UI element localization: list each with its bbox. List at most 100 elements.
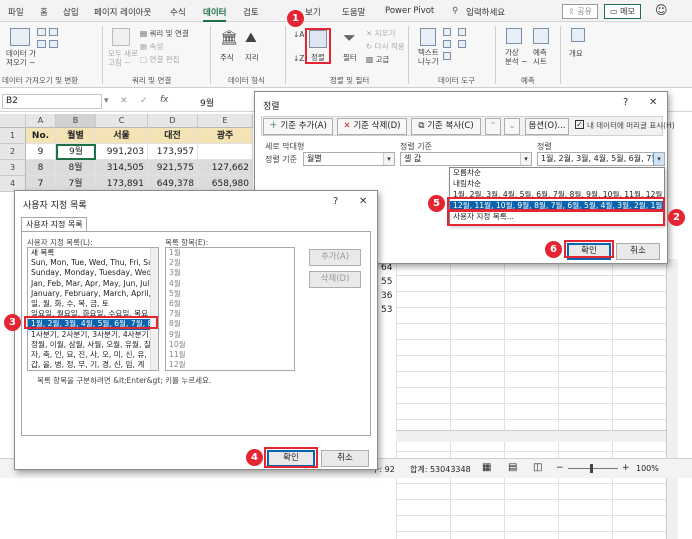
column-header[interactable]: B: [56, 114, 96, 128]
table-cell[interactable]: No.: [26, 128, 56, 144]
delete-list-button[interactable]: 삭제(D): [309, 271, 361, 288]
order-dropdown[interactable]: 1월, 2월, 3월, 4월, 5월, 6월, 7월 ▾: [537, 152, 665, 166]
column-header[interactable]: E: [198, 114, 253, 128]
tab-page-layout[interactable]: 페이지 레이아웃: [94, 6, 151, 18]
name-box[interactable]: B2: [2, 94, 102, 109]
advanced-button[interactable]: ▧ 고급: [366, 54, 389, 65]
select-all-corner[interactable]: [0, 114, 26, 128]
row-header[interactable]: 2: [0, 144, 26, 160]
tab-formulas[interactable]: 수식: [170, 6, 186, 18]
sort-az-icon[interactable]: ↓A: [293, 30, 304, 39]
memo-button[interactable]: ▭ 메모: [604, 4, 641, 19]
close-icon[interactable]: ✕: [359, 196, 367, 207]
tab-help[interactable]: 도움말: [342, 6, 365, 18]
forecast-sheet-button[interactable]: 예측 시트: [533, 48, 547, 66]
flash-fill-icon[interactable]: [443, 28, 451, 36]
name-box-dropdown-icon[interactable]: ▾: [104, 96, 109, 106]
share-button[interactable]: ⇪ 공유: [562, 4, 598, 19]
tab-file[interactable]: 파일: [8, 6, 24, 18]
move-up-button[interactable]: ⌃: [485, 118, 501, 135]
custom-lists-listbox[interactable]: 새 목록 Sun, Mon, Tue, Wed, Thu, Fri, Sat S…: [27, 247, 159, 371]
list-item[interactable]: Sunday, Monday, Tuesday, Wednes: [28, 268, 158, 278]
help-icon[interactable]: ?: [623, 97, 628, 108]
tab-power-pivot[interactable]: Power Pivot: [385, 6, 434, 16]
horizontal-scrollbar[interactable]: [396, 430, 666, 442]
search-icon[interactable]: ⚲: [452, 6, 458, 16]
add-level-button[interactable]: ＋ 기준 추가(A): [263, 118, 333, 135]
data-validation-icon[interactable]: [443, 52, 451, 60]
list-item[interactable]: 내림차순: [450, 179, 664, 190]
filter-icon[interactable]: ⏷: [343, 28, 356, 48]
delete-level-button[interactable]: ✕ 기준 삭제(D): [337, 118, 407, 135]
outline-icon[interactable]: [571, 28, 585, 42]
zoom-level[interactable]: 100%: [636, 464, 659, 473]
tab-review[interactable]: 검토: [243, 6, 259, 18]
get-data-button[interactable]: 데이터 가 져오기 ~: [6, 49, 36, 67]
list-item[interactable]: 오름차순: [450, 168, 664, 179]
table-cell[interactable]: 대전: [148, 128, 198, 144]
from-text-icon[interactable]: [37, 28, 46, 36]
sort-cancel-button[interactable]: 취소: [616, 243, 660, 260]
enter-icon[interactable]: ✓: [140, 96, 148, 106]
table-cell[interactable]: 광주: [198, 128, 253, 144]
move-down-button[interactable]: ⌄: [504, 118, 520, 135]
consolidate-icon[interactable]: [458, 28, 466, 36]
zoom-slider[interactable]: [568, 468, 618, 469]
geography-icon[interactable]: ⛰: [245, 30, 257, 46]
what-if-button[interactable]: 가상 분석 ~: [505, 48, 527, 66]
list-item[interactable]: Jan, Feb, Mar, Apr, May, Jun, Jul, A: [28, 279, 158, 289]
list-item[interactable]: January, February, March, April, Ma: [28, 289, 158, 299]
page-layout-view-icon[interactable]: ▤: [508, 462, 517, 473]
table-cell[interactable]: 월별: [56, 128, 96, 144]
help-icon[interactable]: ?: [333, 196, 338, 207]
page-break-view-icon[interactable]: ◫: [533, 462, 542, 473]
table-cell[interactable]: 8월: [56, 160, 96, 176]
text-to-columns-button[interactable]: 텍스트 나누기: [418, 48, 439, 66]
recent-sources-icon[interactable]: [49, 40, 58, 48]
refresh-all-button[interactable]: 모두 새로 고침 ~: [108, 49, 138, 67]
from-web-icon[interactable]: [49, 28, 58, 36]
clear-button[interactable]: ✕ 지우기: [366, 28, 395, 39]
header-checkbox[interactable]: ✓: [575, 120, 584, 129]
list-item[interactable]: 갑, 을, 병, 정, 무, 기, 경, 신, 임, 계: [28, 360, 158, 370]
from-table-icon[interactable]: [37, 40, 46, 48]
column-header[interactable]: C: [96, 114, 148, 128]
remove-duplicates-icon[interactable]: [443, 40, 451, 48]
zoom-in-icon[interactable]: +: [622, 463, 630, 473]
table-cell[interactable]: 921,575: [148, 160, 198, 176]
tab-custom-lists[interactable]: 사용자 지정 목록: [21, 217, 87, 231]
sort-za-icon[interactable]: ↓Z: [293, 54, 304, 63]
refresh-all-icon[interactable]: [112, 28, 130, 46]
filter-button[interactable]: 필터: [343, 52, 357, 63]
list-item[interactable]: 자, 축, 인, 묘, 진, 사, 오, 미, 신, 유,: [28, 350, 158, 360]
table-cell[interactable]: 서울: [96, 128, 148, 144]
edit-links-button[interactable]: ▢ 연결 편집: [140, 54, 179, 65]
formula-input[interactable]: 9월: [200, 96, 214, 109]
tab-data[interactable]: 데이터: [203, 6, 227, 22]
active-cell[interactable]: 9월: [56, 144, 96, 160]
table-cell[interactable]: [198, 144, 253, 160]
zoom-slider-thumb[interactable]: [590, 464, 593, 473]
column-dropdown[interactable]: 월별 ▾: [303, 152, 395, 166]
vertical-scrollbar[interactable]: [666, 259, 678, 539]
add-list-button[interactable]: 추가(A): [309, 249, 361, 266]
queries-connections-button[interactable]: ▤ 쿼리 및 연결: [140, 28, 189, 39]
list-item[interactable]: 정월, 이월, 삼월, 사월, 오월, 유월, 칠: [28, 340, 158, 350]
get-data-icon[interactable]: [10, 28, 30, 46]
geography-button[interactable]: 지리: [245, 52, 259, 63]
insert-function-icon[interactable]: fx: [160, 95, 169, 105]
table-cell[interactable]: 173,957: [148, 144, 198, 160]
custom-cancel-button[interactable]: 취소: [321, 450, 369, 467]
column-header[interactable]: D: [148, 114, 198, 128]
what-if-icon[interactable]: [506, 28, 522, 44]
close-icon[interactable]: ✕: [649, 97, 657, 108]
stocks-icon[interactable]: 🏛: [220, 30, 238, 46]
forecast-sheet-icon[interactable]: [533, 28, 549, 44]
tab-home[interactable]: 홈: [40, 6, 48, 18]
tab-view[interactable]: 보기: [305, 6, 321, 18]
cancel-icon[interactable]: ✕: [120, 96, 128, 106]
reapply-button[interactable]: ↻ 다시 적용: [366, 41, 405, 52]
smiley-feedback-icon[interactable]: ☺: [655, 3, 668, 17]
text-to-columns-icon[interactable]: [420, 28, 436, 46]
options-button[interactable]: 옵션(O)...: [525, 118, 569, 135]
